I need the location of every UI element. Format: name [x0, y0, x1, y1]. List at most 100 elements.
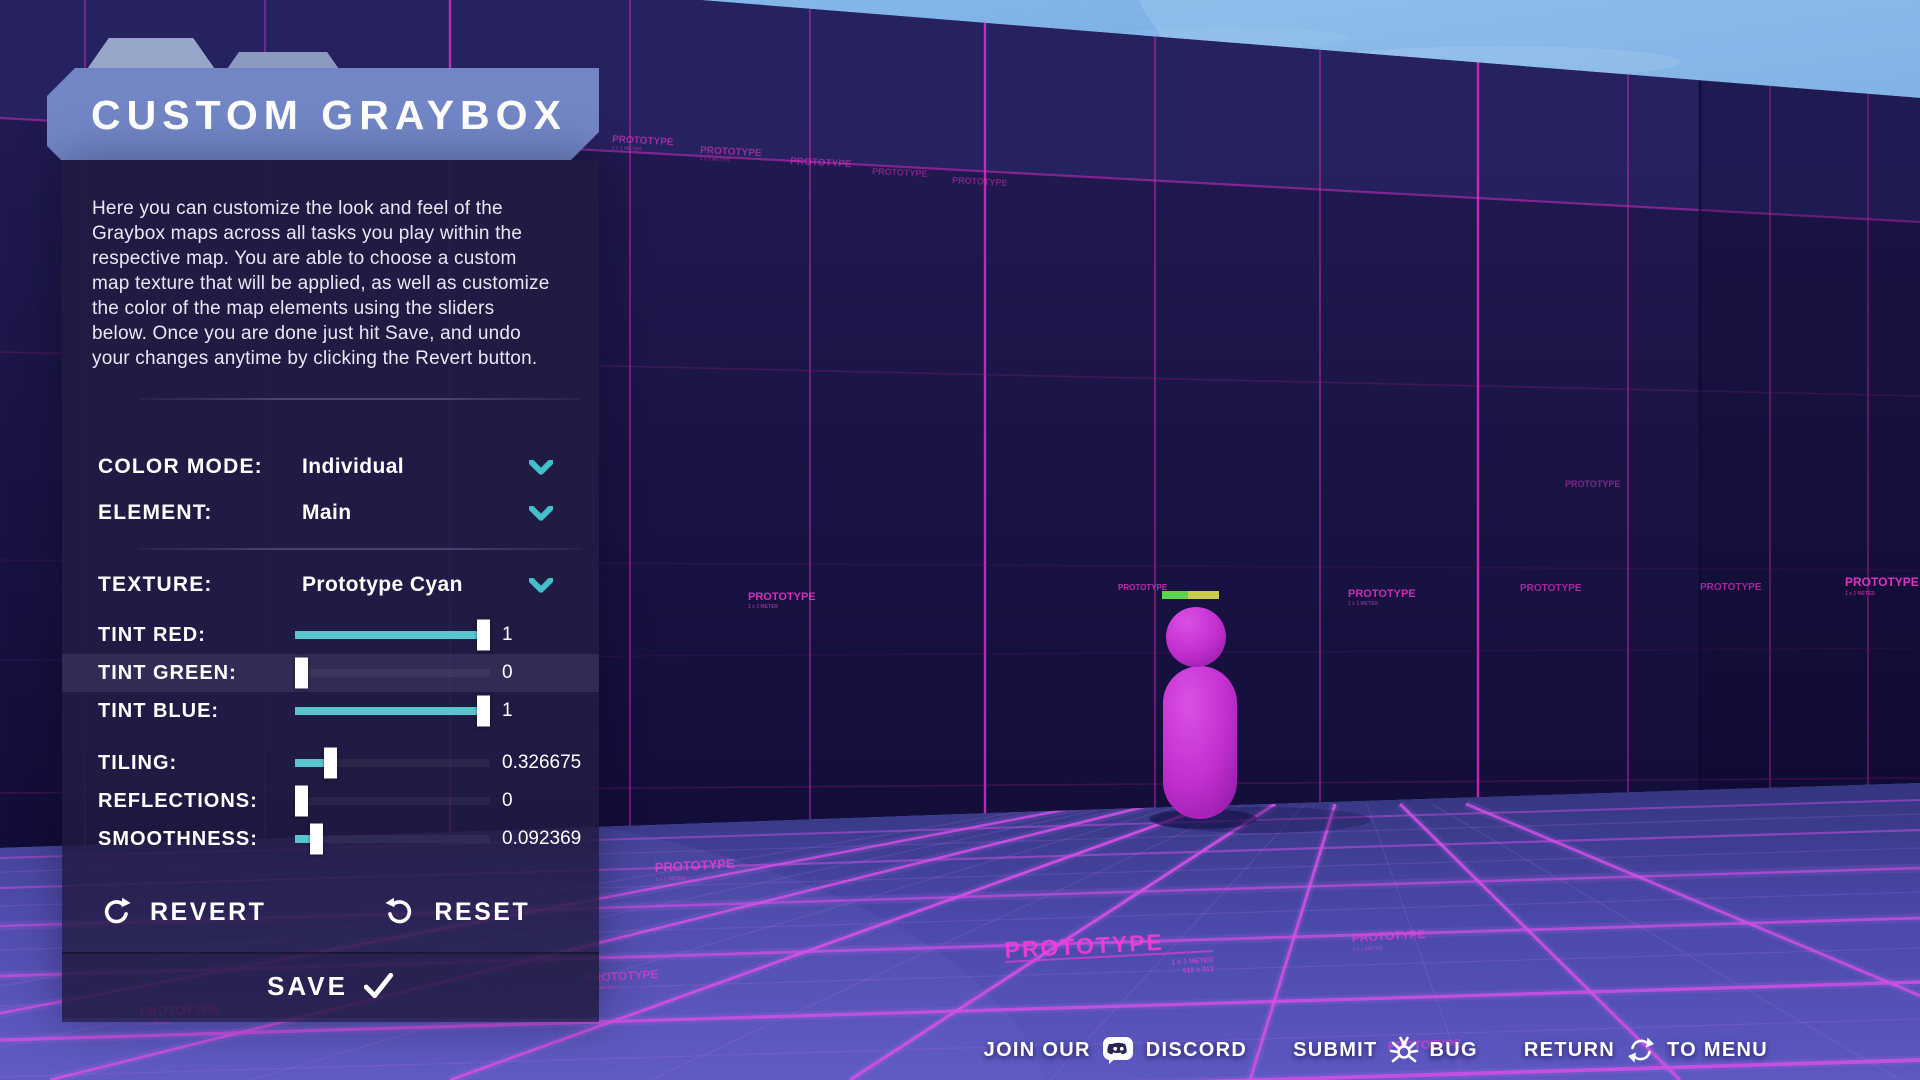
tint-red-slider-row: TINT RED: 1: [62, 616, 599, 654]
smoothness-slider-row: SMOOTHNESS: 0.092369: [62, 820, 599, 858]
action-row: REVERT RESET: [62, 884, 599, 940]
footer-bar: JOIN OUR DISCORD SUBMIT: [984, 1032, 1768, 1068]
smoothness-value: 0.092369: [502, 828, 581, 850]
tint-blue-label: TINT BLUE:: [98, 700, 219, 723]
tint-blue-slider-row: TINT BLUE: 1: [62, 692, 599, 730]
svg-text:PROTOTYPE: PROTOTYPE: [748, 591, 816, 603]
tiling-value: 0.326675: [502, 752, 581, 774]
submit-label: SUBMIT: [1293, 1039, 1377, 1062]
revert-icon: [100, 896, 132, 928]
save-row: SAVE: [62, 952, 599, 1018]
chevron-down-icon[interactable]: [529, 578, 553, 593]
slider-thumb[interactable]: [324, 748, 337, 779]
element-row: ELEMENT: Main: [62, 490, 599, 536]
slider-thumb[interactable]: [310, 824, 323, 855]
chevron-down-icon[interactable]: [529, 460, 553, 475]
slider-thumb[interactable]: [295, 786, 308, 817]
return-to-menu-link[interactable]: RETURN TO MENU: [1524, 1035, 1768, 1065]
tint-green-slider-row: TINT GREEN: 0: [62, 654, 599, 692]
reflections-slider-row: REFLECTIONS: 0: [62, 782, 599, 820]
discord-icon: [1102, 1035, 1135, 1065]
discord-label: DISCORD: [1146, 1039, 1247, 1062]
game-screen: PROTOTYPE1 x 1 METER PROTOTYPE1 x 1 METE…: [0, 0, 1920, 1080]
tint-red-slider[interactable]: [295, 631, 490, 639]
color-mode-row: COLOR MODE: Individual: [62, 444, 599, 490]
to-menu-label: TO MENU: [1667, 1039, 1768, 1062]
element-select[interactable]: Main: [302, 490, 581, 536]
revert-button[interactable]: REVERT: [100, 896, 266, 928]
slider-thumb[interactable]: [477, 696, 490, 727]
prototype-stamp: PROTOTYPE: [1118, 583, 1168, 592]
tint-green-label: TINT GREEN:: [98, 662, 237, 685]
health-bar: [1161, 590, 1220, 600]
smoothness-slider[interactable]: [295, 835, 490, 843]
slider-fill: [295, 707, 490, 715]
custom-graybox-panel: CUSTOM GRAYBOX Here you can customize th…: [47, 38, 599, 1022]
prototype-stamp: PROTOTYPE: [1565, 479, 1620, 489]
save-button-label: SAVE: [267, 971, 348, 1002]
dummy-body: [1163, 666, 1237, 819]
health-bar-green: [1162, 591, 1188, 599]
svg-text:PROTOTYPE: PROTOTYPE: [1565, 479, 1620, 489]
color-mode-value: Individual: [302, 455, 404, 479]
color-mode-select[interactable]: Individual: [302, 444, 581, 490]
tint-blue-slider[interactable]: [295, 707, 490, 715]
slider-thumb[interactable]: [295, 658, 308, 689]
join-discord-link[interactable]: JOIN OUR DISCORD: [984, 1035, 1247, 1065]
reset-icon: [384, 896, 416, 928]
svg-text:1 x 1 METER: 1 x 1 METER: [748, 604, 778, 610]
refresh-icon: [1626, 1035, 1656, 1065]
element-value: Main: [302, 501, 351, 525]
join-our-label: JOIN OUR: [984, 1039, 1091, 1062]
divider: [140, 548, 580, 550]
prototype-stamp: PROTOTYPE: [1520, 583, 1582, 594]
svg-text:PROTOTYPE: PROTOTYPE: [1520, 583, 1582, 594]
tiling-slider-row: TILING: 0.326675: [62, 744, 599, 782]
tint-red-value: 1: [502, 624, 513, 646]
bug-label: BUG: [1430, 1039, 1478, 1062]
tint-red-label: TINT RED:: [98, 624, 206, 647]
reset-button-label: RESET: [434, 898, 530, 927]
panel-body: Here you can customize the look and feel…: [62, 160, 599, 1022]
slider-fill: [295, 631, 490, 639]
panel-tab-decoration: [85, 38, 217, 72]
checkmark-icon: [364, 972, 394, 1000]
reflections-value: 0: [502, 790, 513, 812]
texture-row: TEXTURE: Prototype Cyan: [62, 562, 599, 608]
panel-header: CUSTOM GRAYBOX: [47, 68, 599, 160]
submit-bug-link[interactable]: SUBMIT BUG: [1293, 1035, 1478, 1065]
reflections-slider[interactable]: [295, 797, 490, 805]
save-button[interactable]: SAVE: [267, 971, 394, 1002]
slider-fill: [295, 759, 326, 767]
svg-text:1 x 1 METER: 1 x 1 METER: [1348, 601, 1378, 607]
tint-blue-value: 1: [502, 700, 513, 722]
divider: [140, 398, 580, 400]
svg-text:PROTOTYPE: PROTOTYPE: [1845, 575, 1919, 589]
prototype-stamp: PROTOTYPE: [1700, 582, 1762, 593]
svg-text:PROTOTYPE: PROTOTYPE: [1118, 583, 1168, 592]
texture-select[interactable]: Prototype Cyan: [302, 562, 581, 608]
tint-green-value: 0: [502, 662, 513, 684]
tint-green-slider[interactable]: [295, 669, 490, 677]
page-title: CUSTOM GRAYBOX: [47, 68, 599, 162]
revert-button-label: REVERT: [150, 898, 266, 927]
slider-group: TINT RED: 1 TINT GREEN: 0 TI: [62, 616, 599, 858]
dummy-head: [1166, 607, 1226, 667]
svg-text:1 x 1 METER: 1 x 1 METER: [1845, 591, 1875, 597]
svg-text:PROTOTYPE: PROTOTYPE: [1700, 582, 1762, 593]
reset-button[interactable]: RESET: [384, 896, 530, 928]
tiling-slider[interactable]: [295, 759, 490, 767]
texture-label: TEXTURE:: [98, 573, 302, 597]
smoothness-label: SMOOTHNESS:: [98, 828, 258, 851]
chevron-down-icon[interactable]: [529, 506, 553, 521]
panel-description: Here you can customize the look and feel…: [92, 196, 554, 371]
reflections-label: REFLECTIONS:: [98, 790, 258, 813]
element-label: ELEMENT:: [98, 501, 302, 525]
texture-value: Prototype Cyan: [302, 573, 463, 597]
bug-icon: [1389, 1035, 1419, 1065]
health-bar-yellow: [1188, 591, 1219, 599]
slider-thumb[interactable]: [477, 620, 490, 651]
tiling-label: TILING:: [98, 752, 177, 775]
slider-fill: [295, 835, 311, 843]
svg-text:PROTOTYPE: PROTOTYPE: [1348, 588, 1416, 600]
